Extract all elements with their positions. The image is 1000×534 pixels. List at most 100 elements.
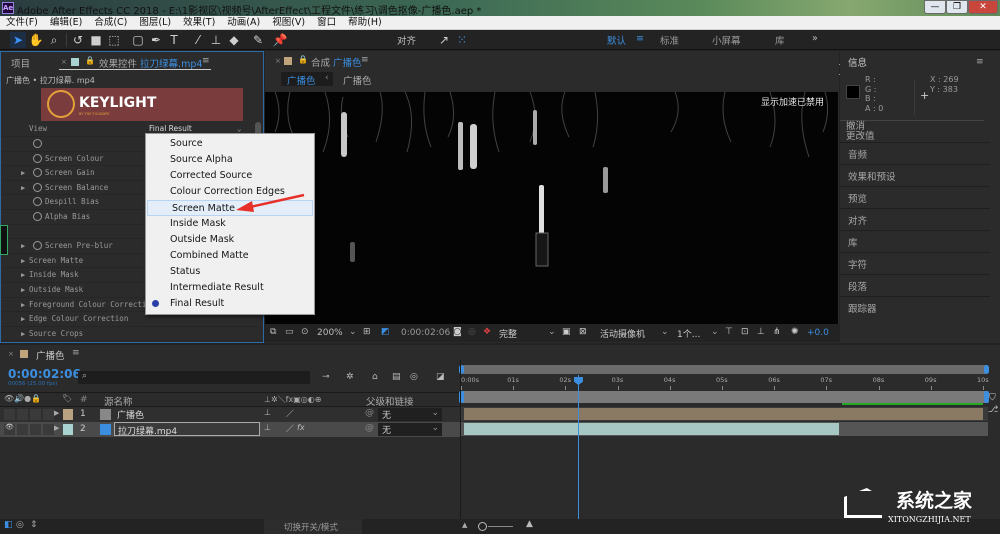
panel-tab-item[interactable]: 库	[848, 235, 858, 249]
time-zoom-slider[interactable]	[488, 526, 513, 527]
menu-composition[interactable]: 合成(C)	[88, 16, 133, 30]
transparency-grid-icon[interactable]: ⊠	[579, 327, 587, 337]
zoom-out-icon[interactable]: ▲	[462, 521, 467, 529]
quality-switch-icon[interactable]: ／	[286, 423, 294, 434]
channel-icon[interactable]: ❖	[483, 327, 491, 337]
frame-blending-icon[interactable]: ▤	[392, 372, 401, 382]
tab-project[interactable]: 项目	[11, 56, 30, 70]
view-option[interactable]: Inside Mask	[146, 216, 314, 232]
workspace-standard[interactable]: 标准	[660, 33, 679, 47]
view-option[interactable]: Intermediate Result	[146, 280, 314, 296]
chevron-down-icon[interactable]: ⌄	[548, 327, 556, 337]
exposure-value[interactable]: +0.0	[807, 328, 829, 338]
audio-toggle[interactable]	[17, 409, 28, 420]
comp-marker-bin-icon[interactable]: ⛉	[989, 393, 996, 403]
brush-tool-icon[interactable]: ⁄	[190, 32, 206, 48]
comp-button-icon[interactable]: ⎇	[988, 405, 998, 415]
zoom-level-select[interactable]: 200%	[317, 328, 343, 338]
layer-search-input[interactable]: ⌕	[78, 371, 310, 384]
menu-layer[interactable]: 图层(L)	[133, 16, 177, 30]
workspace-small-screen[interactable]: 小屏幕	[712, 33, 741, 47]
text-tool-icon[interactable]: T	[166, 32, 182, 48]
panel-tab-item[interactable]: 跟踪器	[848, 301, 877, 315]
panel-tab-item[interactable]: 段落	[848, 279, 867, 293]
view-option[interactable]: Source Alpha	[146, 152, 314, 168]
video-toggle[interactable]	[4, 409, 15, 420]
time-zoom-slider-thumb[interactable]	[478, 522, 487, 531]
tab-effect-controls[interactable]: 效果控件 拉刀绿幕.mp4	[99, 56, 202, 70]
lock-icon[interactable]: 🔒	[298, 55, 308, 64]
grid-snap-icon[interactable]: ⁙	[454, 32, 470, 48]
expand-triangle-icon[interactable]: ▶	[21, 312, 25, 326]
view-option[interactable]: Corrected Source	[146, 168, 314, 184]
modes-toggle-icon[interactable]: ◎	[16, 520, 24, 530]
stopwatch-icon[interactable]	[33, 153, 42, 163]
eraser-tool-icon[interactable]: ◆	[226, 32, 242, 48]
parent-link-header[interactable]: 父级和链接	[366, 394, 414, 408]
vr-icon[interactable]: ⊙	[301, 327, 309, 337]
view-option[interactable]: Combined Matte	[146, 248, 314, 264]
snapshot-icon[interactable]: ◙	[453, 327, 462, 337]
work-area-bar[interactable]	[461, 391, 988, 403]
collapse-switch-icon[interactable]: ⊥	[264, 408, 271, 417]
expand-triangle-icon[interactable]: ▶	[21, 283, 25, 297]
always-preview-icon[interactable]: ⧉	[270, 327, 276, 337]
close-tab-icon[interactable]: ×	[8, 350, 14, 358]
workspace-default[interactable]: 默认	[607, 33, 626, 47]
toggle-pixel-aspect-icon[interactable]: ⊤	[725, 327, 733, 337]
expand-triangle-icon[interactable]: ▶	[21, 268, 25, 282]
composition-mini-flowchart-icon[interactable]: ⊸	[322, 372, 330, 382]
timeline-icon[interactable]: ⊥	[757, 327, 765, 337]
timeline-current-time[interactable]: 0:00:02:06	[8, 367, 81, 381]
expand-triangle-icon[interactable]: ▶	[21, 166, 25, 180]
lock-toggle[interactable]	[43, 409, 54, 420]
solo-toggle[interactable]	[30, 409, 41, 420]
chevron-down-icon[interactable]: ⌄	[349, 327, 357, 337]
in-out-toggle-icon[interactable]: ⇕	[30, 520, 38, 530]
pick-whip-icon[interactable]: @	[365, 408, 374, 418]
menu-view[interactable]: 视图(V)	[266, 16, 311, 30]
menu-window[interactable]: 窗口	[311, 16, 342, 30]
region-of-interest-icon[interactable]: ▣	[562, 327, 571, 337]
menu-file[interactable]: 文件(F)	[0, 16, 44, 30]
toggle-switches-modes-button[interactable]: 切换开关/模式	[264, 519, 362, 534]
parent-select[interactable]: 无 ⌄	[378, 423, 442, 436]
expand-triangle-icon[interactable]: ▶	[21, 327, 25, 341]
snap-icon[interactable]: ↗	[436, 32, 452, 48]
exposure-reset-icon[interactable]: ✺	[791, 327, 799, 337]
workspace-library[interactable]: 库	[775, 33, 785, 47]
panel-menu-icon[interactable]: ≡	[72, 348, 80, 358]
solo-toggle[interactable]	[30, 424, 41, 435]
label-color[interactable]	[63, 409, 73, 420]
layer-name-field[interactable]: 广播色	[114, 407, 260, 421]
label-color[interactable]	[63, 424, 73, 435]
composition-viewer[interactable]: 显示加速已禁用	[265, 92, 838, 324]
expand-triangle-icon[interactable]: ▶	[21, 181, 25, 195]
selection-tool-icon[interactable]: ➤	[10, 32, 26, 48]
stopwatch-icon[interactable]	[33, 182, 42, 192]
resolution-select[interactable]: 完整	[499, 327, 517, 340]
shy-layers-icon[interactable]: ⌂	[372, 372, 378, 382]
work-area-navigator[interactable]	[461, 365, 988, 374]
lock-toggle[interactable]	[43, 424, 54, 435]
view-option[interactable]: Outside Mask	[146, 232, 314, 248]
puppet-pin-tool-icon[interactable]: 📌	[272, 32, 288, 48]
panel-menu-icon[interactable]: ≡	[976, 57, 984, 67]
expand-triangle-icon[interactable]: ▶	[54, 409, 59, 417]
panel-tab-item[interactable]: 预览	[848, 191, 867, 205]
camera-select[interactable]: 活动摄像机	[600, 327, 645, 340]
expand-triangle-icon[interactable]: ▶	[21, 239, 25, 253]
current-time-display[interactable]: 0:00:02:06	[401, 328, 450, 338]
views-select[interactable]: 1个...	[677, 327, 700, 340]
menu-edit[interactable]: 编辑(E)	[44, 16, 88, 30]
restore-button[interactable]: ❐	[946, 0, 968, 14]
flowchart-icon[interactable]: ⋔	[773, 327, 781, 337]
panel-tab-item[interactable]: 字符	[848, 257, 867, 271]
layer-row[interactable]: ▶ 1 广播色 ⊥ ／ @ 无 ⌄	[0, 407, 460, 422]
show-snapshot-icon[interactable]: ◎	[468, 327, 476, 337]
property-row[interactable]: ▶ Source Crops	[1, 327, 263, 342]
expand-triangle-icon[interactable]: ▶	[21, 254, 25, 268]
layer-name-field[interactable]: 拉刀绿幕.mp4	[114, 422, 260, 437]
stopwatch-icon[interactable]	[33, 241, 42, 251]
pen-tool-icon[interactable]: ✒	[148, 32, 164, 48]
